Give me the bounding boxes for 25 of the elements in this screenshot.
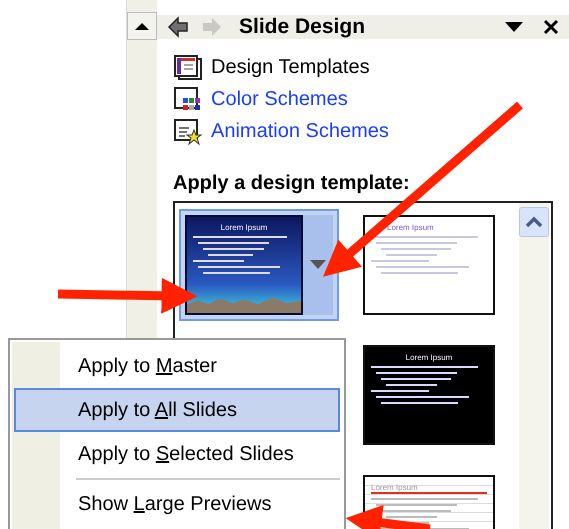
template-thumbnail[interactable]: Lorem Ipsum: [179, 209, 339, 321]
menu-item[interactable]: Apply to Master: [14, 344, 340, 388]
pane-title: Slide Design: [239, 15, 366, 39]
chevron-up-icon: [525, 216, 543, 228]
template-icon: [173, 54, 203, 82]
thumbnail-dropdown-button[interactable]: [303, 215, 333, 315]
close-icon[interactable]: [543, 19, 559, 35]
menu-item[interactable]: Show Large Previews: [14, 482, 340, 526]
scroll-up-button[interactable]: [127, 12, 157, 40]
slide-title: Lorem Ipsum: [220, 223, 268, 232]
task-link[interactable]: Color Schemes: [211, 88, 348, 111]
slide-title: Lorem Ipsum: [386, 223, 435, 232]
scrollbar[interactable]: [519, 203, 549, 529]
slide-title: Lorem Ipsum: [371, 483, 487, 494]
menu-item[interactable]: Apply to Selected Slides: [14, 432, 340, 476]
up-arrow-icon: [135, 22, 149, 30]
menu-item[interactable]: Apply to All Slides: [14, 388, 340, 432]
task-link[interactable]: Design Templates: [211, 56, 370, 79]
dropdown-icon[interactable]: [505, 21, 523, 33]
task-link[interactable]: Animation Schemes: [211, 120, 389, 143]
star-slide-icon: [173, 118, 203, 146]
slide-title: Lorem Ipsum: [404, 353, 454, 362]
caret-icon: [310, 260, 326, 270]
section-heading: Apply a design template:: [173, 172, 411, 195]
back-arrow-icon[interactable]: [167, 16, 189, 38]
